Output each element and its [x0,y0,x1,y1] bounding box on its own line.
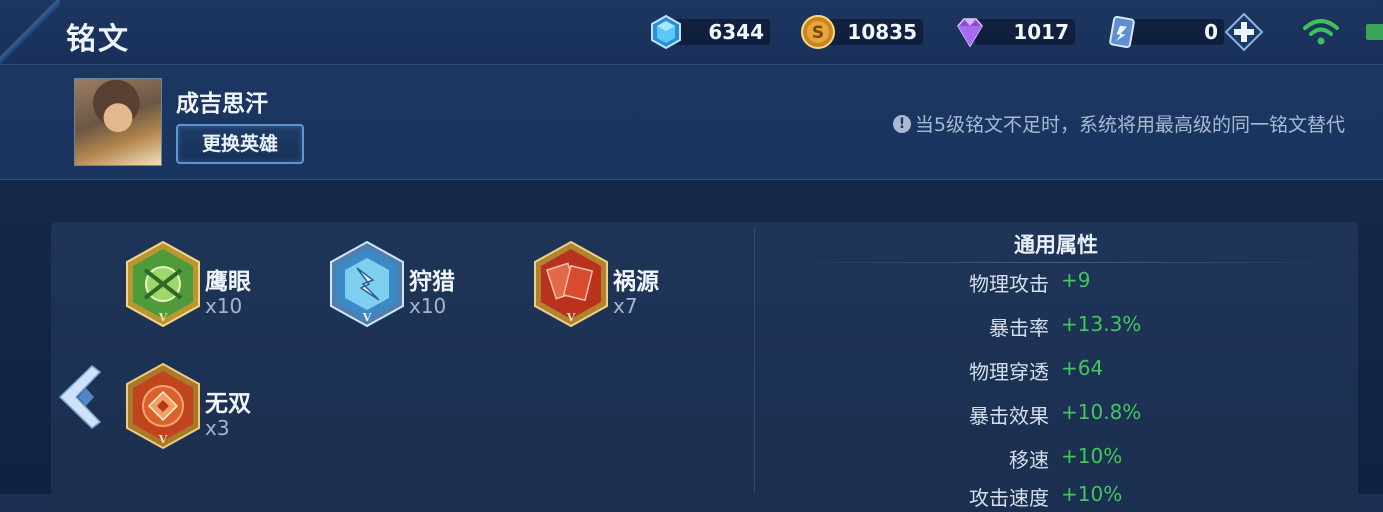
attribute-label: 物理攻击 [969,272,1049,296]
svg-text:V: V [566,311,576,324]
svg-text:V: V [158,433,168,446]
change-hero-button[interactable]: 更换英雄 [176,124,304,164]
attributes-divider [780,262,1340,263]
card-voucher-icon [1109,15,1135,49]
corner-decoration [0,0,60,64]
resource-gold[interactable]: S 10835 [800,14,923,50]
rune-notice: ! 当5级铭文不足时，系统将用最高级的同一铭文替代 [892,110,1345,137]
svg-text:V: V [158,311,168,324]
resource-gold-value: 10835 [847,20,917,44]
rune-item-hunt[interactable]: V 狩猎 x10 [327,240,547,330]
attribute-value: +10% [1061,482,1123,506]
attribute-row: 移速 +10% [756,444,1356,474]
svg-text:V: V [362,311,372,324]
blue-crystal-icon [651,14,681,50]
attribute-value: +13.3% [1061,312,1142,336]
attribute-row: 暴击效果 +10.8% [756,400,1356,430]
attributes-title: 通用属性 [1014,233,1098,257]
resource-gem[interactable]: 1017 [952,14,1075,50]
rune-count: x10 [205,294,243,318]
hero-avatar[interactable] [74,78,162,166]
rune-count: x3 [205,416,230,440]
resource-crystal[interactable]: 6344 [648,14,770,50]
page-title: 铭文 [66,22,130,57]
wifi-icon [1303,19,1339,45]
rune-item-peerless[interactable]: V 无双 x3 [123,362,343,452]
attribute-value: +10.8% [1061,400,1142,424]
attribute-value: +10% [1061,444,1123,468]
attribute-row: 物理攻击 +9 [756,268,1356,298]
rune-item-hawk-eye[interactable]: V 鹰眼 x10 [123,240,343,330]
attribute-row: 暴击率 +13.3% [756,312,1356,342]
resource-voucher-value: 0 [1204,20,1218,44]
rune-notice-text: 当5级铭文不足时，系统将用最高级的同一铭文替代 [914,114,1345,136]
attribute-value: +64 [1061,356,1104,380]
hero-name: 成吉思汗 [176,91,268,117]
rune-item-calamity[interactable]: V 祸源 x7 [531,240,751,330]
rune-count: x10 [409,294,447,318]
panel-divider [754,228,755,494]
rune-name: 狩猎 [409,269,455,295]
back-arrow-icon[interactable] [56,364,104,430]
attribute-label: 攻击速度 [969,486,1049,510]
calamity-rune-icon: V [534,240,608,328]
gold-coin-icon: S [801,15,835,49]
attribute-label: 暴击率 [989,316,1049,340]
rune-name: 无双 [205,391,251,417]
attribute-label: 移速 [1009,448,1049,472]
attribute-label: 物理穿透 [969,360,1049,384]
rune-name: 鹰眼 [205,269,251,295]
rune-count: x7 [613,294,638,318]
svg-text:S: S [812,23,824,43]
resource-voucher[interactable]: 0 [1104,14,1224,50]
resource-crystal-value: 6344 [708,20,764,44]
battery-icon [1366,24,1383,40]
attribute-value: +9 [1061,268,1091,292]
peerless-rune-icon: V [126,362,200,450]
attribute-label: 暴击效果 [969,404,1049,428]
plus-icon[interactable] [1224,12,1264,52]
info-icon: ! [892,114,911,133]
purple-gem-icon [957,18,983,48]
hawk-eye-rune-icon: V [126,240,200,328]
attribute-row: 物理穿透 +64 [756,356,1356,386]
hunt-rune-icon: V [330,240,404,328]
attribute-row: 攻击速度 +10% [756,482,1356,512]
resource-gem-value: 1017 [1013,20,1069,44]
rune-name: 祸源 [613,269,659,295]
